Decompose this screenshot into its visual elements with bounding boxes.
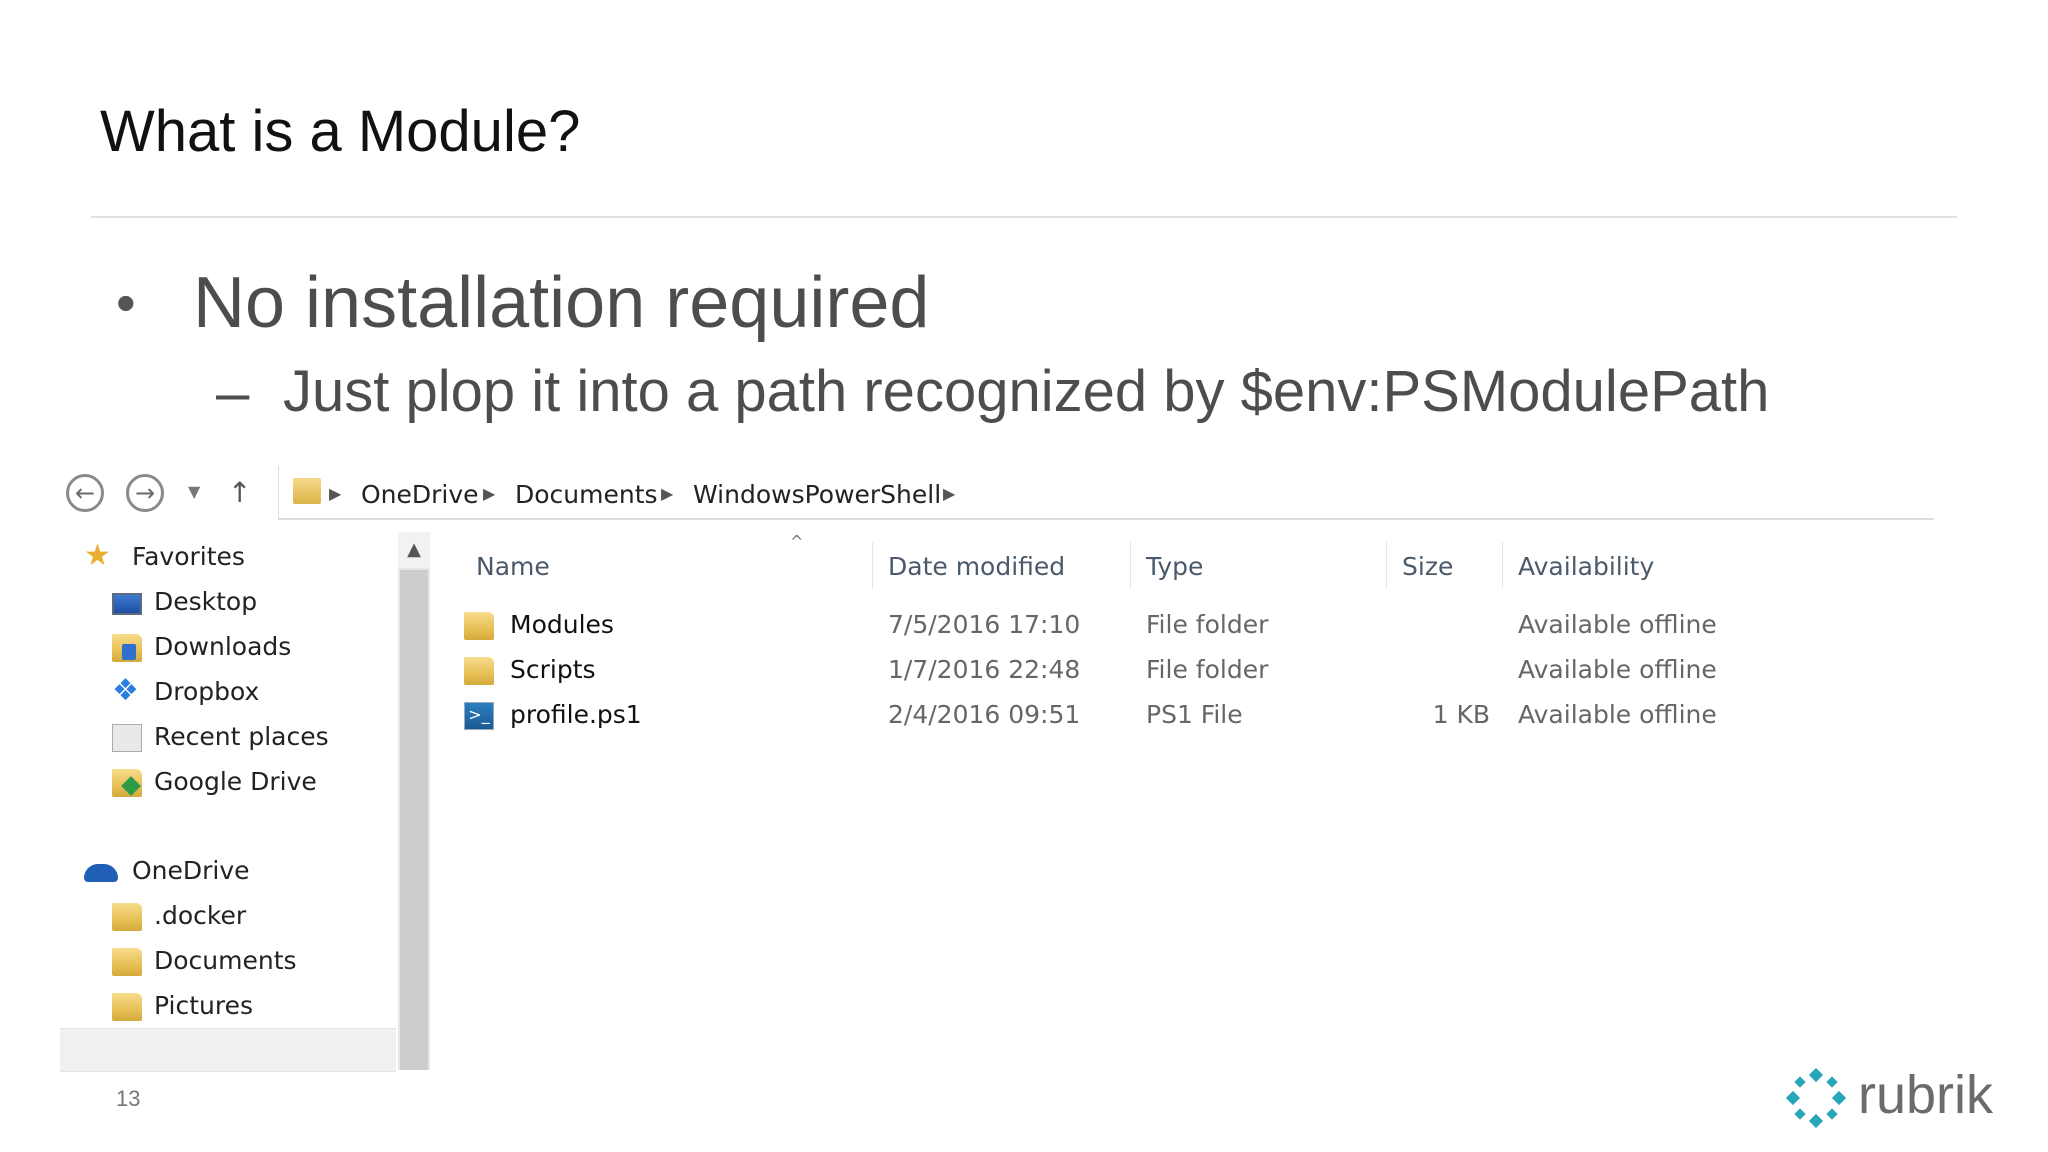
folder-icon	[464, 657, 494, 685]
rubrik-wordmark: rubrik	[1858, 1065, 1994, 1125]
page-number: 13	[116, 1086, 141, 1111]
column-divider[interactable]	[1130, 542, 1131, 588]
file-name: profile.ps1	[510, 700, 642, 729]
breadcrumb-documents[interactable]: Documents	[515, 480, 658, 509]
file-availability: Available offline	[1518, 700, 1717, 729]
selected-highlight	[60, 1028, 396, 1072]
folder-icon	[464, 612, 494, 640]
column-divider[interactable]	[1386, 542, 1387, 588]
sub-bullet-text: Just plop it into a path recognized by $…	[283, 359, 1770, 424]
column-divider[interactable]	[1502, 542, 1503, 588]
sub-bullet-marker: –	[216, 359, 250, 426]
chevron-right-icon: ▶	[483, 484, 496, 503]
file-type: File folder	[1146, 655, 1269, 684]
scrollbar-thumb[interactable]	[400, 570, 428, 1070]
recent-locations-chevron-down-icon[interactable]: ▼	[188, 482, 200, 501]
file-availability: Available offline	[1518, 655, 1717, 684]
column-header-date[interactable]: Date modified	[888, 552, 1065, 581]
sort-caret-icon: ^	[790, 532, 804, 551]
file-name: Modules	[510, 610, 614, 639]
onedrive-cloud-icon	[84, 864, 118, 882]
star-icon: ★	[84, 538, 111, 573]
slide-title: What is a Module?	[100, 99, 581, 164]
powershell-file-icon: >_	[464, 702, 494, 730]
desktop-icon	[112, 593, 142, 615]
bullet-text: No installation required	[193, 263, 930, 343]
column-header-type[interactable]: Type	[1146, 552, 1203, 581]
file-explorer-screenshot: ← → ▼ ↑ ▶ OneDrive ▶ Documents ▶ Windows…	[58, 462, 1938, 1072]
chevron-right-icon: ▶	[329, 484, 342, 503]
bullet-marker: •	[116, 271, 136, 334]
back-arrow-icon[interactable]: ←	[66, 474, 104, 512]
file-type: PS1 File	[1146, 700, 1243, 729]
column-divider[interactable]	[872, 542, 873, 588]
navigation-pane: ★ Favorites Desktop Downloads ❖ Dropbox …	[58, 532, 398, 1072]
rubrik-logo-icon	[1786, 1068, 1846, 1128]
column-header-name[interactable]: Name	[476, 552, 550, 581]
up-arrow-icon[interactable]: ↑	[228, 476, 251, 509]
recent-places-icon	[112, 724, 142, 752]
file-row[interactable]: Scripts 1/7/2016 22:48 File folder Avail…	[430, 647, 1938, 691]
file-name: Scripts	[510, 655, 596, 684]
file-row[interactable]: Modules 7/5/2016 17:10 File folder Avail…	[430, 602, 1938, 646]
file-type: File folder	[1146, 610, 1269, 639]
file-date: 1/7/2016 22:48	[888, 655, 1081, 684]
dropbox-icon: ❖	[112, 673, 139, 708]
forward-arrow-icon[interactable]: →	[126, 474, 164, 512]
address-bar[interactable]: ▶ OneDrive ▶ Documents ▶ WindowsPowerShe…	[278, 466, 1934, 520]
folder-icon	[293, 478, 321, 504]
folder-icon	[112, 948, 142, 976]
title-divider	[91, 216, 1957, 218]
folder-icon	[112, 993, 142, 1021]
breadcrumb-onedrive[interactable]: OneDrive	[361, 480, 479, 509]
column-header-size[interactable]: Size	[1402, 552, 1453, 581]
folder-icon	[112, 903, 142, 931]
chevron-right-icon: ▶	[661, 484, 674, 503]
file-size: 1 KB	[1432, 700, 1490, 729]
file-date: 7/5/2016 17:10	[888, 610, 1081, 639]
scroll-up-chevron-icon[interactable]: ▲	[398, 532, 430, 568]
breadcrumb-windowspowershell[interactable]: WindowsPowerShell	[693, 480, 941, 509]
file-row[interactable]: >_ profile.ps1 2/4/2016 09:51 PS1 File 1…	[430, 692, 1938, 736]
chevron-right-icon[interactable]: ▶	[943, 484, 955, 503]
file-date: 2/4/2016 09:51	[888, 700, 1081, 729]
column-header-availability[interactable]: Availability	[1518, 552, 1654, 581]
file-availability: Available offline	[1518, 610, 1717, 639]
file-list: ^ Name Date modified Type Size Availabil…	[430, 532, 1938, 1070]
